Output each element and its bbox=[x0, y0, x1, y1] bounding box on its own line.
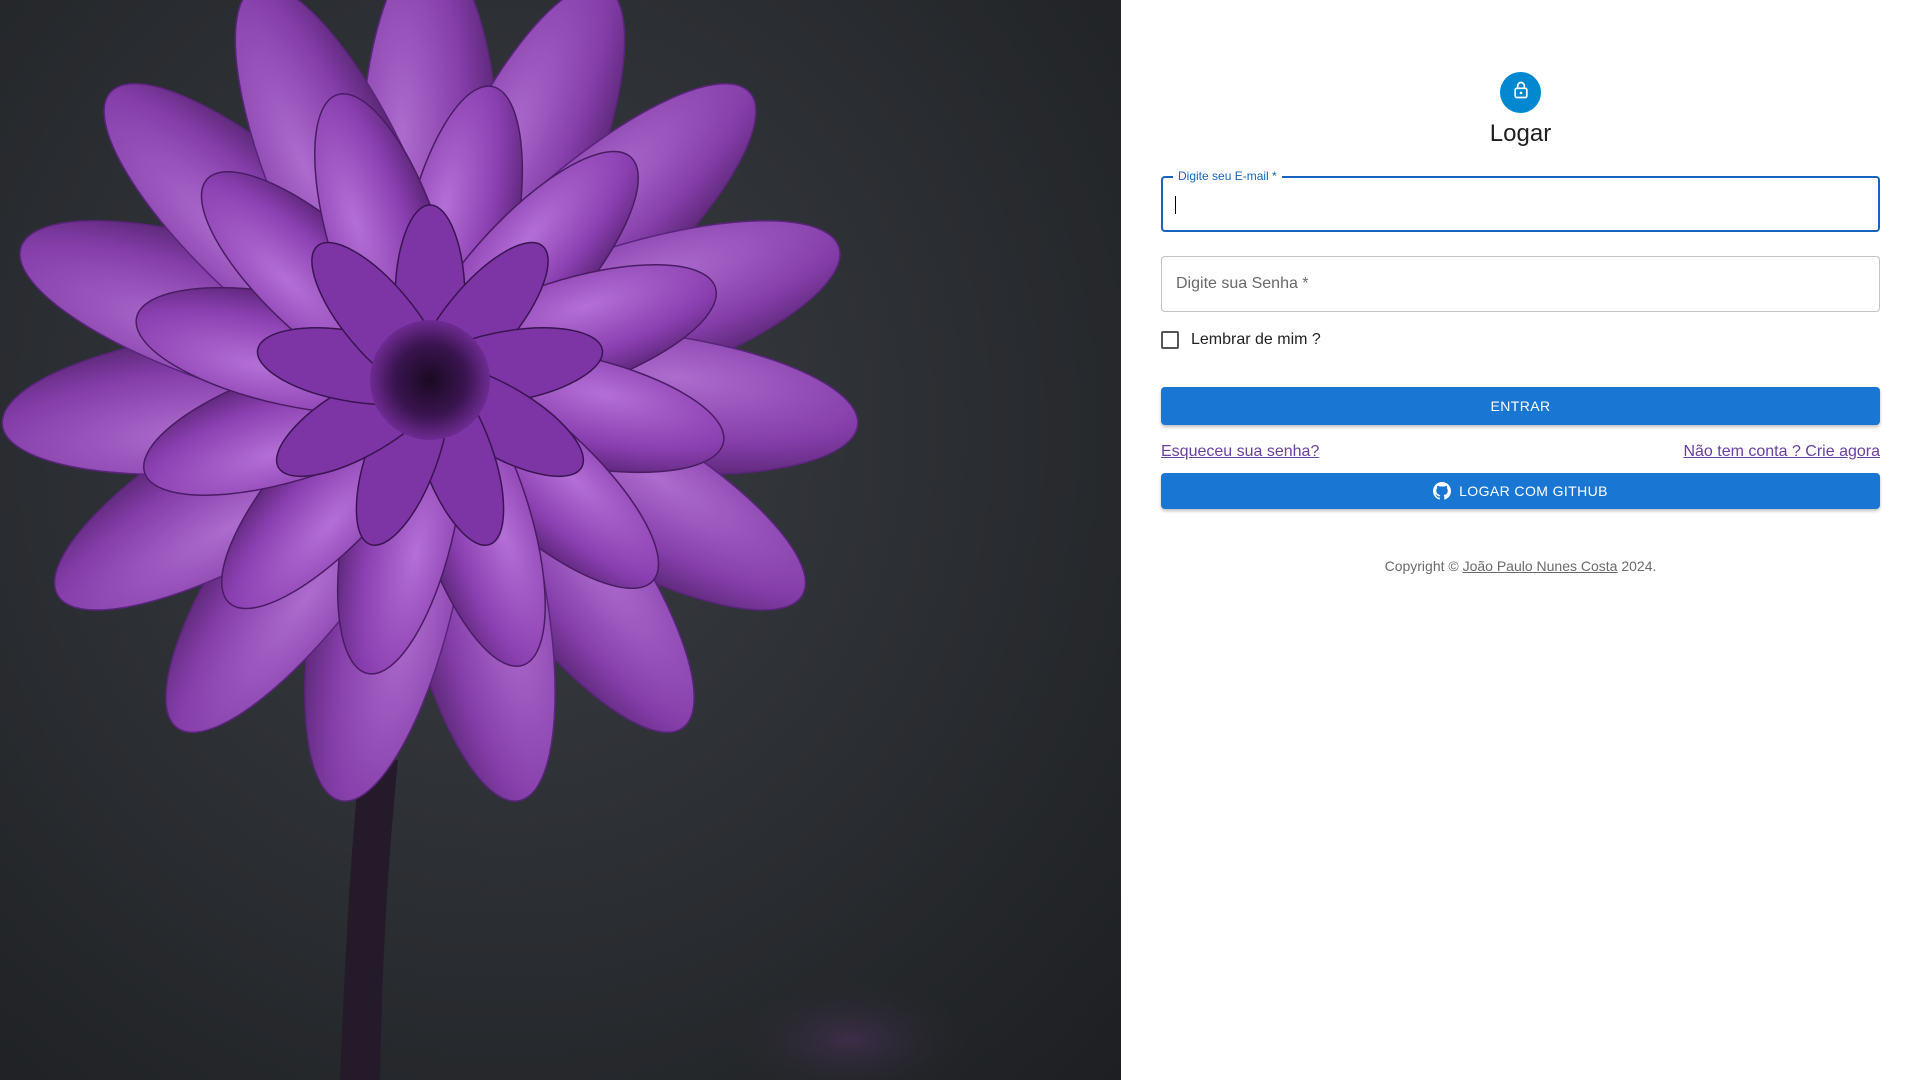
password-label: Digite sua Senha * bbox=[1176, 275, 1309, 292]
email-input[interactable] bbox=[1163, 178, 1878, 230]
lock-avatar bbox=[1500, 72, 1541, 113]
lock-icon bbox=[1511, 80, 1531, 105]
login-panel: Logar Digite seu E-mail * Digite sua Sen… bbox=[1121, 0, 1920, 1080]
remember-me-label: Lembrar de mim ? bbox=[1191, 331, 1321, 348]
enter-button[interactable]: ENTRAR bbox=[1161, 387, 1880, 425]
text-cursor bbox=[1175, 196, 1176, 214]
email-field[interactable]: Digite seu E-mail * bbox=[1161, 169, 1880, 232]
github-login-button[interactable]: LOGAR COM GITHUB bbox=[1161, 473, 1880, 509]
password-field[interactable]: Digite sua Senha * bbox=[1161, 256, 1880, 312]
copyright-suffix: 2024. bbox=[1617, 558, 1657, 574]
page-title: Logar bbox=[1489, 120, 1552, 147]
signup-link[interactable]: Não tem conta ? Crie agora bbox=[1683, 443, 1880, 461]
github-icon bbox=[1433, 482, 1452, 500]
author-link[interactable]: João Paulo Nunes Costa bbox=[1463, 558, 1618, 574]
remember-me[interactable]: Lembrar de mim ? bbox=[1161, 331, 1321, 349]
dahlia-illustration bbox=[1, 0, 970, 1080]
forgot-password-link[interactable]: Esqueceu sua senha? bbox=[1161, 443, 1319, 461]
hero-flower-image bbox=[0, 0, 1121, 1080]
email-label: Digite seu E-mail * bbox=[1173, 169, 1282, 183]
copyright-prefix: Copyright © bbox=[1384, 558, 1463, 574]
remember-me-checkbox[interactable] bbox=[1161, 331, 1179, 349]
github-button-label: LOGAR COM GITHUB bbox=[1459, 483, 1608, 499]
copyright: Copyright © João Paulo Nunes Costa 2024. bbox=[1161, 558, 1880, 574]
